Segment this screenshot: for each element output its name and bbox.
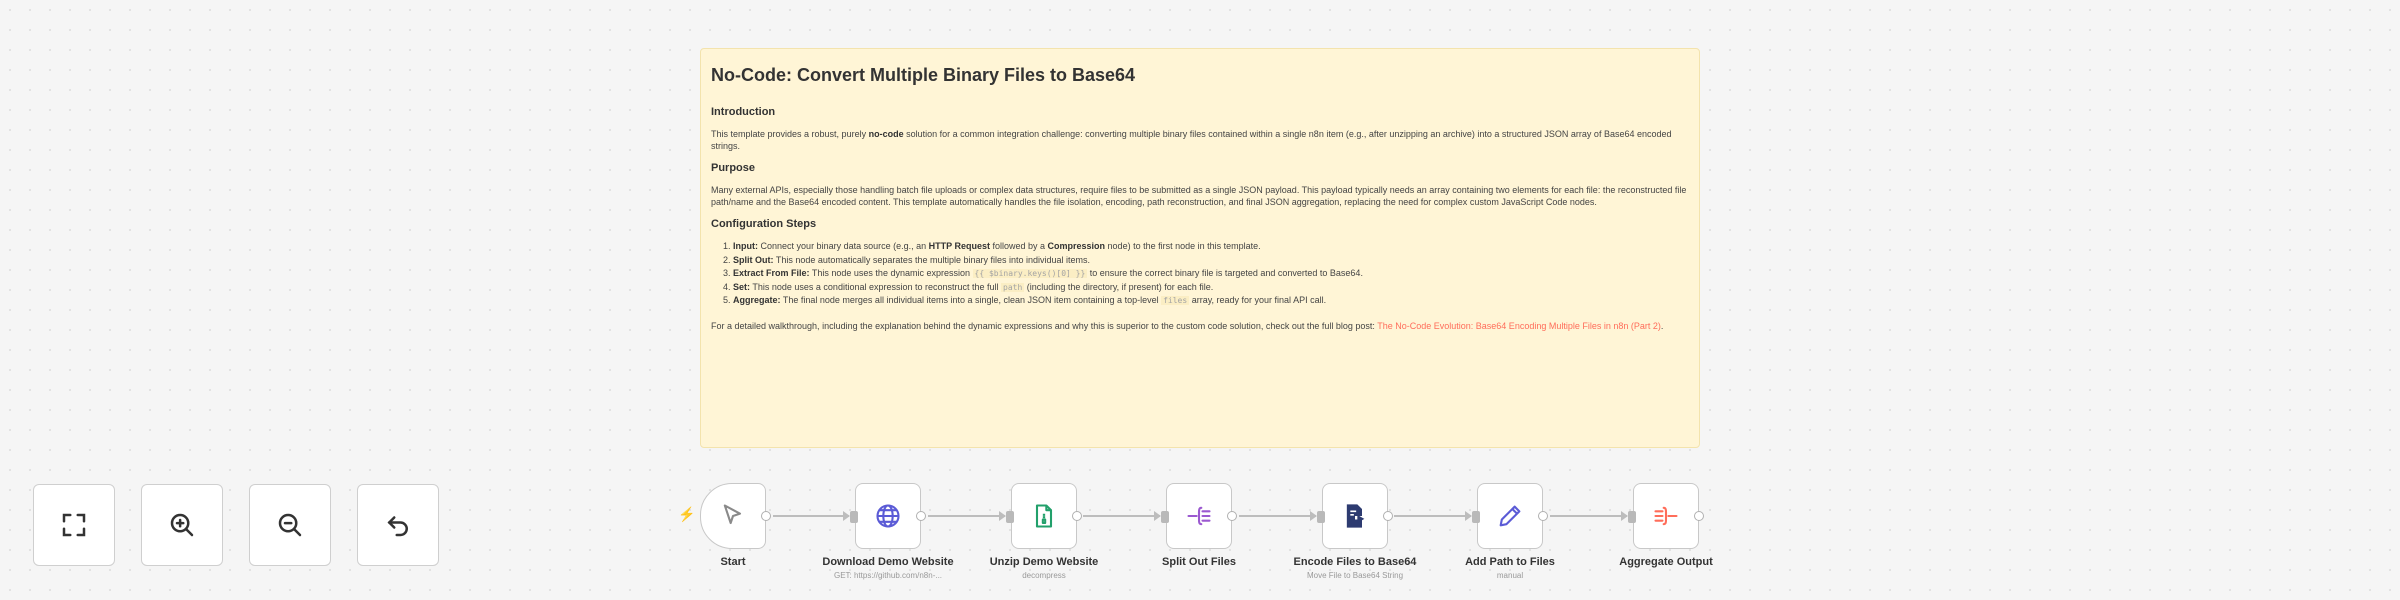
connection-line[interactable] bbox=[1394, 511, 1472, 521]
output-handle[interactable] bbox=[1694, 511, 1704, 521]
split-icon bbox=[1187, 506, 1211, 526]
footer-text: For a detailed walkthrough, including th… bbox=[711, 320, 1664, 331]
output-handle[interactable] bbox=[1072, 511, 1082, 521]
file-export-icon bbox=[1346, 504, 1365, 528]
node-aggregate-output[interactable] bbox=[1628, 483, 1704, 549]
node-subtitle: decompress bbox=[1022, 571, 1066, 580]
node-add-path-to-files[interactable] bbox=[1472, 483, 1548, 549]
step-item: 3. Extract From File: This node uses the… bbox=[723, 268, 1363, 278]
step-item: 2. Split Out: This node automatically se… bbox=[723, 254, 1091, 265]
zoom-out-button[interactable] bbox=[249, 484, 331, 566]
config-heading: Configuration Steps bbox=[711, 218, 817, 230]
node-unzip-demo-website[interactable] bbox=[1006, 483, 1082, 549]
connection-line[interactable] bbox=[1083, 511, 1161, 521]
node-label: Add Path to Files bbox=[1465, 556, 1555, 568]
pen-icon bbox=[1499, 505, 1521, 527]
connection-line[interactable] bbox=[928, 511, 1006, 521]
undo-icon bbox=[387, 516, 408, 537]
sticky-note[interactable]: No-Code: Convert Multiple Binary Files t… bbox=[700, 48, 1700, 448]
file-archive-icon bbox=[1035, 504, 1053, 528]
step-item: 4. Set: This node uses a conditional exp… bbox=[723, 281, 1214, 292]
node-label: Split Out Files bbox=[1162, 556, 1236, 568]
node-download-demo-website[interactable] bbox=[850, 483, 926, 549]
node-label: Aggregate Output bbox=[1619, 556, 1713, 568]
input-handle[interactable] bbox=[1317, 511, 1325, 523]
node-split-out-files[interactable] bbox=[1161, 483, 1237, 549]
output-handle[interactable] bbox=[1383, 511, 1393, 521]
intro-heading: Introduction bbox=[711, 106, 776, 118]
zoom-out-icon bbox=[278, 513, 302, 537]
output-handle[interactable] bbox=[1538, 511, 1548, 521]
sticky-title: No-Code: Convert Multiple Binary Files t… bbox=[711, 65, 1136, 85]
connection-line[interactable] bbox=[773, 511, 850, 521]
output-handle[interactable] bbox=[916, 511, 926, 521]
node-label: Download Demo Website bbox=[822, 556, 954, 568]
node-label: Encode Files to Base64 bbox=[1293, 556, 1417, 568]
step-item: 5. Aggregate: The final node merges all … bbox=[723, 295, 1327, 305]
purpose-text: Many external APIs, especially those han… bbox=[711, 185, 1687, 207]
input-handle[interactable] bbox=[850, 511, 858, 523]
output-handle[interactable] bbox=[1227, 511, 1237, 521]
input-handle[interactable] bbox=[1472, 511, 1480, 523]
purpose-heading: Purpose bbox=[711, 162, 756, 174]
node-label: Unzip Demo Website bbox=[989, 556, 1099, 568]
connection-line[interactable] bbox=[1239, 511, 1317, 521]
fit-view-icon bbox=[62, 513, 86, 537]
blog-post-link[interactable]: The No-Code Evolution: Base64 Encoding M… bbox=[1377, 321, 1661, 331]
connection-line[interactable] bbox=[1550, 511, 1628, 521]
input-handle[interactable] bbox=[1006, 511, 1014, 523]
globe-icon bbox=[876, 504, 900, 528]
node-label: Start bbox=[720, 556, 746, 568]
input-handle[interactable] bbox=[1628, 511, 1636, 523]
fit-view-button[interactable] bbox=[33, 484, 115, 566]
node-encode-files-to-base64[interactable] bbox=[1317, 483, 1393, 549]
zoom-in-icon bbox=[170, 513, 194, 537]
cursor-icon bbox=[723, 504, 742, 525]
trigger-bolt-icon: ⚡ bbox=[678, 506, 696, 522]
input-handle[interactable] bbox=[1161, 511, 1169, 523]
reset-zoom-button[interactable] bbox=[357, 484, 439, 566]
node-subtitle: Move File to Base64 String bbox=[1306, 571, 1404, 580]
aggregate-icon bbox=[1654, 506, 1678, 526]
config-steps: 1. Input: Connect your binary data sourc… bbox=[711, 240, 1689, 308]
node-subtitle: manual bbox=[1496, 571, 1524, 580]
node-subtitle: GET: https://github.com/n8n-... bbox=[833, 571, 943, 580]
intro-text: This template provides a robust, purely … bbox=[711, 129, 1672, 151]
node-start[interactable] bbox=[700, 483, 771, 549]
step-item: 1. Input: Connect your binary data sourc… bbox=[723, 241, 1261, 251]
output-handle[interactable] bbox=[761, 511, 771, 521]
zoom-in-button[interactable] bbox=[141, 484, 223, 566]
